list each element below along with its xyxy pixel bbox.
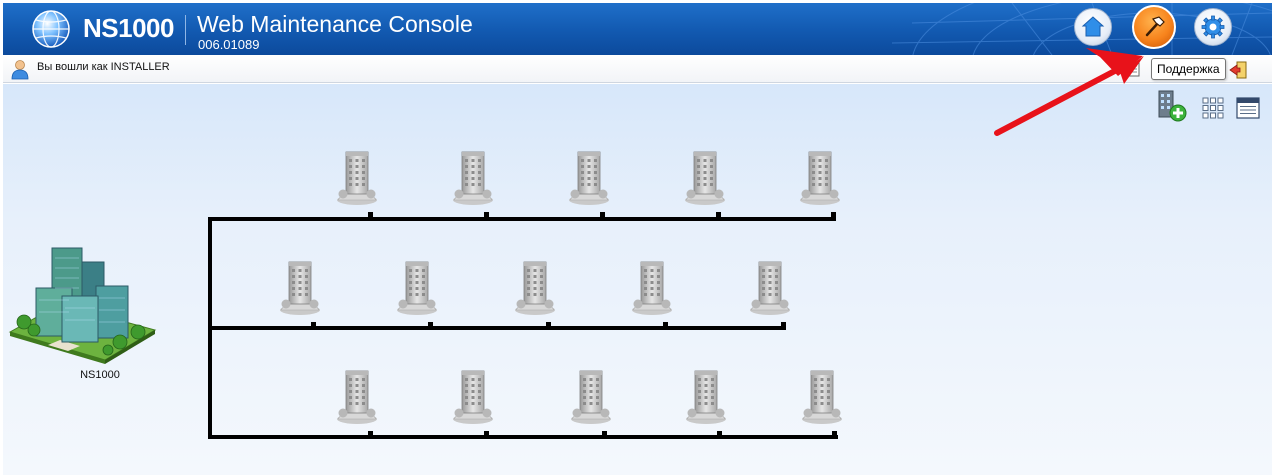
main-site-label: NS1000 [80, 369, 120, 381]
remote-site-building[interactable] [801, 370, 843, 425]
network-topology [8, 151, 843, 439]
remote-site-building[interactable] [749, 261, 791, 316]
remote-site-building[interactable] [279, 261, 321, 316]
node-stubs [311, 212, 837, 437]
main-site-building[interactable] [8, 247, 157, 364]
remote-site-building[interactable] [452, 370, 494, 425]
remote-site-building[interactable] [514, 261, 556, 316]
remote-site-building[interactable] [336, 370, 378, 425]
remote-site-building[interactable] [570, 370, 612, 425]
remote-site-building[interactable] [336, 151, 378, 206]
remote-site-building[interactable] [396, 261, 438, 316]
remote-site-building[interactable] [685, 370, 727, 425]
network-bus [208, 217, 838, 439]
remote-site-building[interactable] [799, 151, 841, 206]
remote-site-building[interactable] [631, 261, 673, 316]
remote-site-building[interactable] [568, 151, 610, 206]
remote-site-building[interactable] [452, 151, 494, 206]
remote-site-building[interactable] [684, 151, 726, 206]
